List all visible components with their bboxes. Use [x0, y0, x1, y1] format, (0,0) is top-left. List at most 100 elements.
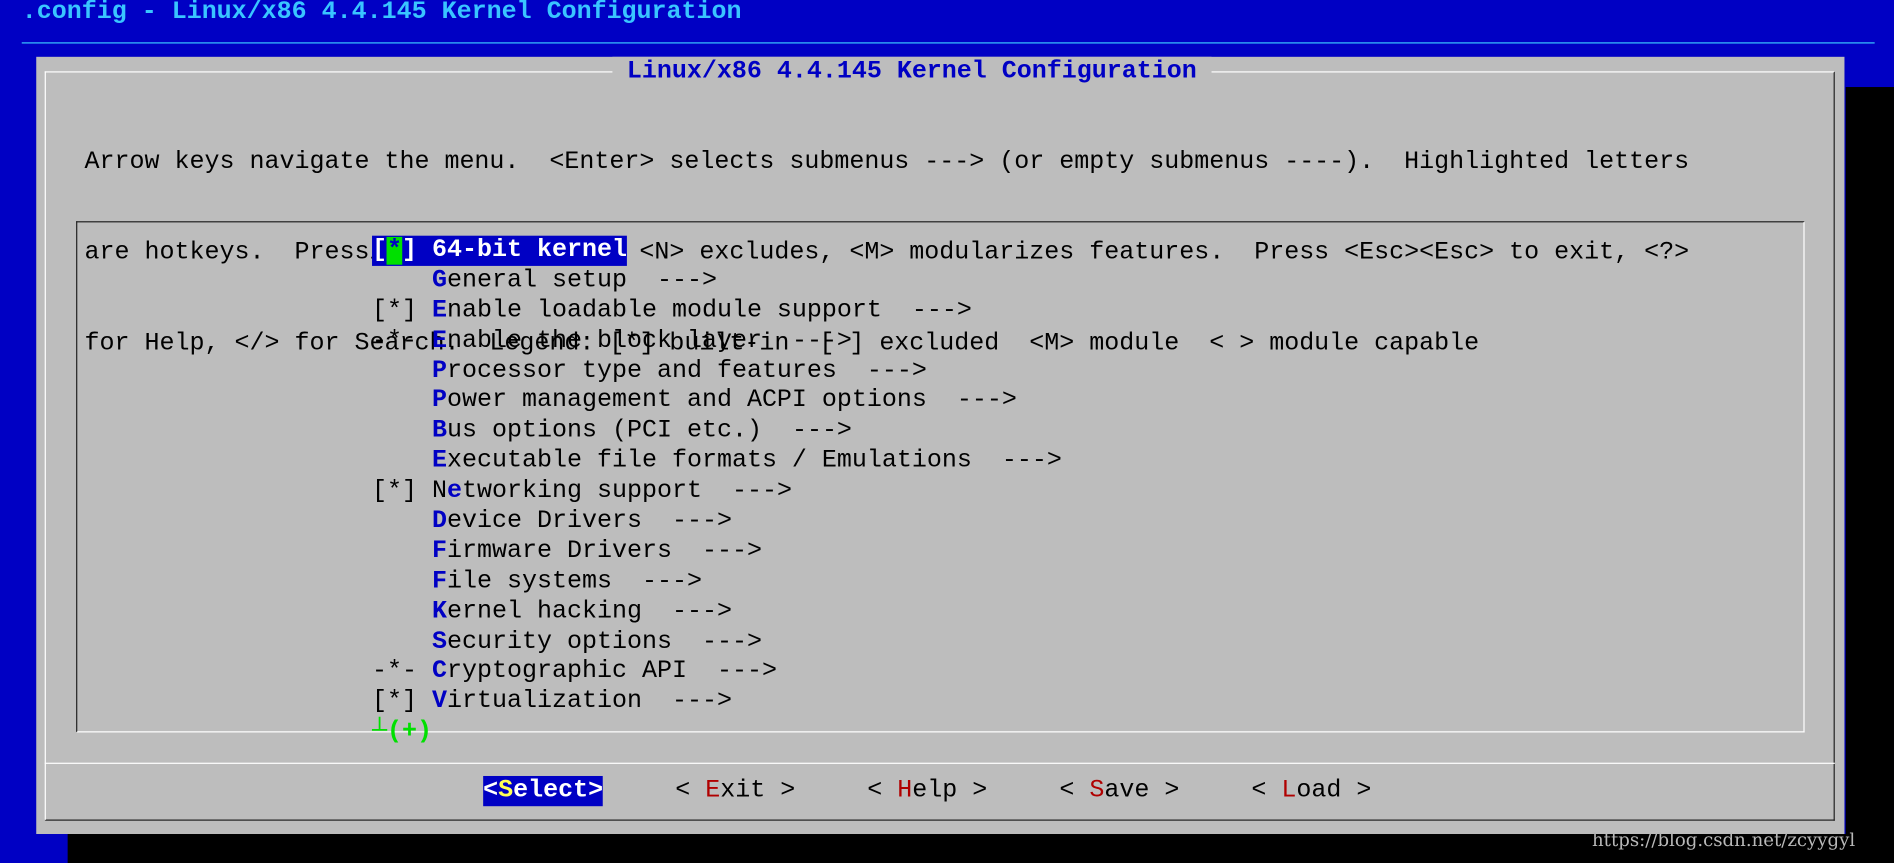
button-label: elp — [912, 777, 958, 805]
item-hotkey: K — [432, 597, 448, 626]
item-state — [372, 387, 432, 415]
item-state: [*] — [372, 477, 433, 506]
item-state: [*] — [372, 688, 433, 716]
dialog-title: Linux/x86 4.4.145 Kernel Configuration — [612, 56, 1212, 88]
watermark: https://blog.csdn.net/zcyygyl — [1592, 829, 1856, 851]
menu-item[interactable]: Processor type and features ---> — [372, 356, 1062, 386]
button-bracket-close: > — [588, 777, 604, 805]
menu-item[interactable]: Kernel hacking ---> — [372, 597, 1062, 627]
button-bracket-open: < — [483, 777, 499, 805]
menu-item[interactable]: Bus options (PCI etc.) ---> — [372, 416, 1062, 446]
window-title: .config - Linux/x86 4.4.145 Kernel Confi… — [21, 0, 742, 27]
button-bracket-open: < — [675, 777, 706, 805]
item-arrow: ---> — [701, 477, 792, 506]
button-bracket-open: < — [867, 777, 898, 805]
item-arrow: ---> — [761, 327, 852, 355]
item-arrow: ---> — [671, 628, 762, 656]
item-label: rocessor type and features — [447, 357, 837, 386]
help-button[interactable]: < Help > — [867, 776, 987, 806]
menu-item[interactable]: -*- Cryptographic API ---> — [372, 657, 1062, 687]
button-bracket-close: > — [957, 777, 988, 805]
item-arrow: ---> — [641, 688, 732, 716]
item-arrow: ---> — [626, 266, 717, 295]
item-hotkey: V — [432, 688, 448, 716]
item-arrow: ---> — [836, 357, 927, 386]
menu-item[interactable]: Security options ---> — [372, 627, 1062, 657]
terminal-screen: .config - Linux/x86 4.4.145 Kernel Confi… — [0, 0, 1894, 863]
button-label: ave — [1104, 777, 1150, 805]
help-line-1: Arrow keys navigate the menu. <Enter> se… — [84, 148, 1690, 177]
more-items-indicator: ┴(+) — [372, 717, 433, 746]
menu-item[interactable]: Firmware Drivers ---> — [372, 537, 1062, 567]
exit-button[interactable]: < Exit > — [675, 776, 795, 806]
item-state — [372, 448, 432, 476]
item-label: nable loadable module support — [447, 297, 882, 325]
menu-item[interactable]: [*] 64-bit kernel — [372, 235, 627, 266]
item-arrow: ---> — [881, 297, 972, 325]
title-divider — [21, 42, 1875, 44]
item-arrow: ---> — [686, 658, 777, 686]
item-label: evice Drivers — [447, 507, 642, 536]
item-hotkey: P — [432, 357, 448, 386]
item-label: ecurity options — [447, 628, 672, 656]
item-label: 64-bit kernel — [432, 236, 627, 265]
item-state-open: [ — [372, 236, 388, 265]
button-bracket-open: < — [1059, 777, 1090, 805]
item-hotkey: B — [432, 417, 448, 446]
item-arrow: ---> — [641, 597, 732, 626]
item-state — [372, 628, 432, 656]
button-divider — [44, 762, 1835, 764]
item-hotkey: G — [432, 266, 448, 295]
item-label: tworking support — [462, 477, 702, 506]
item-state: [*] — [372, 297, 433, 325]
button-hotkey: L — [1281, 777, 1297, 805]
button-hotkey: S — [498, 777, 514, 805]
item-state — [372, 357, 432, 385]
item-label: nable the block layer — [447, 327, 762, 355]
button-label: elect — [513, 777, 589, 805]
item-state-close: ] — [402, 236, 433, 265]
item-arrow: ---> — [926, 387, 1017, 416]
menu-item[interactable]: File systems ---> — [372, 567, 1062, 597]
item-arrow: ---> — [671, 537, 762, 566]
menu-item[interactable]: -*- Enable the block layer ---> — [372, 326, 1062, 356]
item-arrow: ---> — [761, 417, 852, 446]
button-label: xit — [720, 777, 766, 805]
item-hotkey: D — [432, 507, 448, 536]
item-hotkey: E — [432, 327, 448, 355]
item-label: irtualization — [447, 688, 642, 716]
item-hotkey: C — [432, 658, 448, 686]
button-bracket-close: > — [1149, 777, 1180, 805]
item-label: xecutable file formats / Emulations — [447, 447, 972, 476]
item-state — [372, 417, 432, 445]
load-button[interactable]: < Load > — [1251, 776, 1371, 806]
button-hotkey: S — [1089, 777, 1105, 805]
item-state — [372, 568, 432, 596]
item-hotkey: F — [432, 537, 448, 566]
menu-item[interactable]: [*] Networking support ---> — [372, 476, 1062, 506]
item-label-start: N — [432, 477, 448, 506]
menu-item[interactable]: Executable file formats / Emulations ---… — [372, 446, 1062, 476]
item-arrow: ---> — [641, 507, 732, 536]
menu-item[interactable]: General setup ---> — [372, 266, 1062, 296]
button-label: oad — [1296, 777, 1342, 805]
item-label: irmware Drivers — [447, 537, 672, 566]
select-button[interactable]: <Select> — [483, 775, 604, 807]
item-hotkey: S — [432, 628, 448, 656]
dialog-shadow-right — [1845, 87, 1894, 863]
menu-item[interactable]: Device Drivers ---> — [372, 506, 1062, 536]
button-bracket-close: > — [765, 777, 796, 805]
item-hotkey: P — [432, 387, 448, 416]
menu-item[interactable]: Power management and ACPI options ---> — [372, 386, 1062, 416]
menu-item[interactable]: [*] Enable loadable module support ---> — [372, 296, 1062, 326]
item-arrow: ---> — [971, 447, 1062, 476]
button-bracket-close: > — [1341, 777, 1372, 805]
item-state: -*- — [372, 658, 433, 686]
button-hotkey: E — [705, 777, 721, 805]
button-hotkey: H — [897, 777, 913, 805]
menu-item[interactable]: [*] Virtualization ---> — [372, 687, 1062, 717]
item-hotkey: e — [447, 477, 463, 506]
item-state: -*- — [372, 327, 433, 355]
save-button[interactable]: < Save > — [1059, 776, 1179, 806]
item-state — [372, 538, 432, 566]
